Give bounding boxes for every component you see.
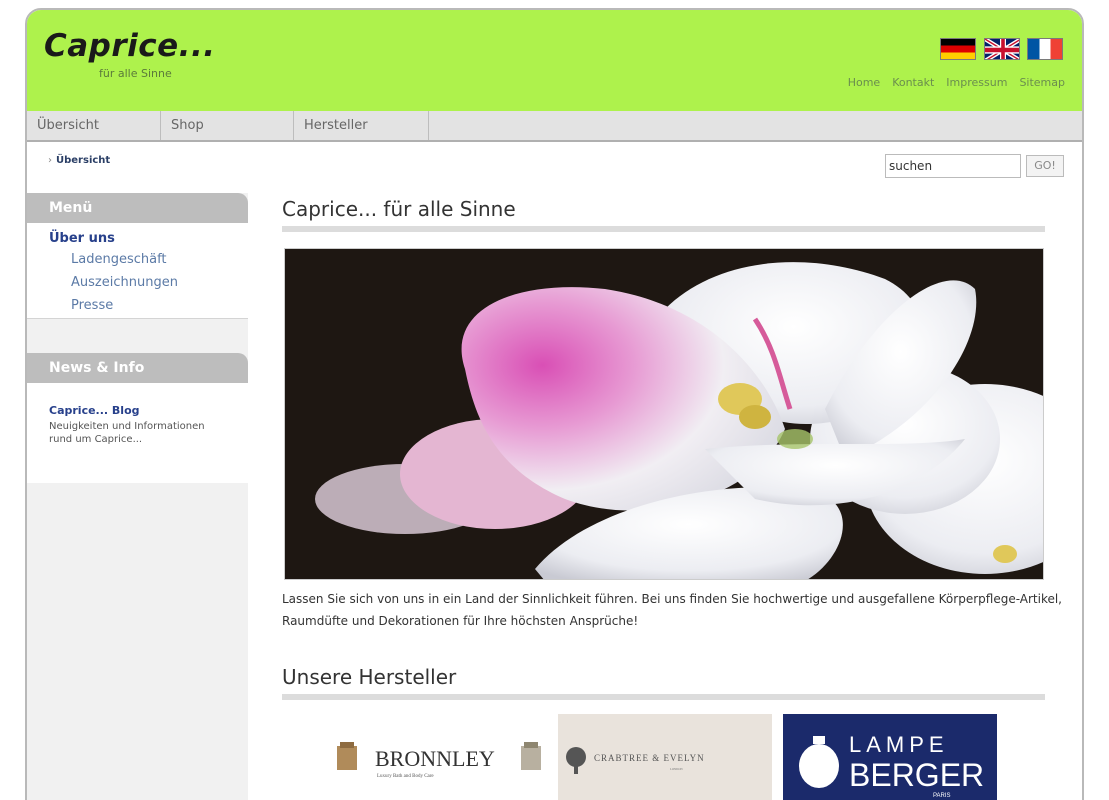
menu-item-ladengeschaeft[interactable]: Ladengeschäft <box>71 252 167 267</box>
main-nav: Übersicht Shop Hersteller <box>27 111 1082 142</box>
brand-crabtree-name: CRABTREE & EVELYN <box>594 753 705 763</box>
news-box: Caprice... Blog Neuigkeiten und Informat… <box>27 383 248 483</box>
brands-title: Unsere Hersteller <box>282 665 457 689</box>
lamp-icon <box>799 736 839 788</box>
intro-text: Lassen Sie sich von uns in ein Land der … <box>282 592 1062 628</box>
flag-germany-icon[interactable] <box>940 38 976 60</box>
hero-image <box>284 248 1044 580</box>
brand-lampe-name: LAMPE <box>849 732 949 757</box>
link-kontakt[interactable]: Kontakt <box>892 76 934 89</box>
flag-uk-icon[interactable] <box>984 38 1020 60</box>
site-logo-title[interactable]: Caprice... <box>44 28 216 64</box>
breadcrumb: › Übersicht <box>48 155 110 166</box>
brand-bronnley-name: BRONNLEY <box>375 746 495 771</box>
link-home[interactable]: Home <box>848 76 880 89</box>
header: Caprice... für alle Sinne Home Kontakt I… <box>27 10 1082 111</box>
tab-uebersicht[interactable]: Übersicht <box>27 111 161 140</box>
brand-logo-lampe-berger[interactable]: LAMPE BERGER PARIS <box>783 714 997 800</box>
brand-crabtree-tagline: LONDON <box>670 767 683 771</box>
breadcrumb-arrow-icon: › <box>48 155 52 166</box>
flag-france-icon[interactable] <box>1027 38 1063 60</box>
orchid-photo <box>285 249 1043 579</box>
site-logo-subtitle: für alle Sinne <box>99 67 172 80</box>
page-title: Caprice... für alle Sinne <box>282 197 516 221</box>
tab-shop[interactable]: Shop <box>161 111 294 140</box>
brands-divider <box>282 694 1045 700</box>
menu-heading: Menü <box>27 193 248 223</box>
blog-link[interactable]: Caprice... Blog <box>49 404 140 417</box>
crest-icon <box>337 742 357 770</box>
tab-hersteller[interactable]: Hersteller <box>294 111 429 140</box>
sidebar: Menü Über uns Ladengeschäft Auszeichnung… <box>27 193 248 800</box>
blog-description: Neuigkeiten und Informationen rund um Ca… <box>49 421 205 445</box>
search-input[interactable] <box>885 154 1021 178</box>
brand-berger-name: BERGER <box>849 757 984 793</box>
brand-bronnley-tagline: Luxury Bath and Body Care <box>377 774 434 779</box>
search-button[interactable]: GO! <box>1026 155 1064 177</box>
brand-logo-bronnley[interactable]: BRONNLEY Luxury Bath and Body Care <box>331 714 551 800</box>
menu-item-presse[interactable]: Presse <box>71 298 113 313</box>
menu-box: Über uns Ladengeschäft Auszeichnungen Pr… <box>27 223 248 319</box>
brand-logo-crabtree-evelyn[interactable]: CRABTREE & EVELYN LONDON <box>558 714 772 800</box>
news-heading: News & Info <box>27 353 248 383</box>
menu-item-ueber-uns[interactable]: Über uns <box>49 231 115 246</box>
title-divider <box>282 226 1045 232</box>
top-links: Home Kontakt Impressum Sitemap <box>848 76 1065 89</box>
menu-item-auszeichnungen[interactable]: Auszeichnungen <box>71 275 178 290</box>
link-impressum[interactable]: Impressum <box>946 76 1007 89</box>
link-sitemap[interactable]: Sitemap <box>1019 76 1065 89</box>
page-frame: Caprice... für alle Sinne Home Kontakt I… <box>25 8 1084 800</box>
crest-icon <box>521 742 541 770</box>
brand-lampe-tagline: PARIS <box>933 793 951 799</box>
breadcrumb-current[interactable]: Übersicht <box>56 155 110 166</box>
